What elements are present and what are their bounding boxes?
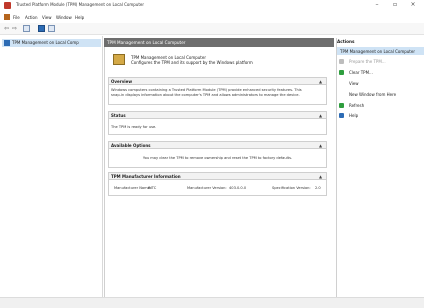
manufacturer-version-label: Manufacturer Version: [187,186,227,190]
console-icon [4,14,10,20]
toolbar [0,23,424,35]
manufacturer-version-value: 403.0.0.0 [229,186,247,190]
available-options-title: Available Options [111,143,151,148]
spec-version-label: Specification Version: [272,186,311,190]
back-icon[interactable]: ⇦ [3,25,10,32]
show-hide-action-pane-icon[interactable] [48,25,55,32]
action-view[interactable]: View [349,81,359,86]
menu-help[interactable]: Help [75,15,84,20]
menu-view[interactable]: View [42,15,52,20]
manufacturer-name-label: Manufacturer Name: [114,186,152,190]
manufacturer-name-value: INTC [148,186,157,190]
spec-version-value: 2.0 [315,186,321,190]
action-clear-tpm[interactable]: Clear TPM... [349,70,373,75]
main-pane-title: TPM Management on Local Computer [107,40,186,45]
minimize-button[interactable]: – [372,1,382,8]
collapse-overview-icon[interactable]: ▲ [319,79,322,84]
app-icon [4,2,11,9]
forward-icon[interactable]: ⇨ [11,25,18,32]
status-text: The TPM is ready for use. [111,125,157,129]
help-icon[interactable] [38,25,45,32]
console-tree [0,36,103,307]
window-title: Trusted Platform Module (TPM) Management… [16,2,145,7]
collapse-manufacturer-icon[interactable]: ▲ [319,174,322,179]
overview-text-line1: Windows computers containing a Trusted P… [111,88,302,92]
menu-file[interactable]: File [13,15,20,20]
status-title: Status [111,113,126,118]
status-bar [0,297,424,308]
overview-text-line2: snap-in displays information about the c… [111,93,300,97]
tpm-chip-icon [113,54,125,65]
menu-window[interactable]: Window [56,15,72,20]
show-hide-tree-icon[interactable] [23,25,30,32]
overview-header[interactable] [108,77,327,85]
action-prepare-tpm[interactable]: Prepare the TPM... [349,59,386,64]
action-refresh[interactable]: Refresh [349,103,364,108]
help-book-icon [339,113,344,118]
close-button[interactable]: × [408,1,418,8]
refresh-icon [339,103,344,108]
collapse-status-icon[interactable]: ▲ [319,113,322,118]
actions-selected-label: TPM Management on Local Computer [340,49,415,54]
available-options-text: You may clear the TPM to remove ownershi… [142,156,293,160]
info-subtitle: Configures the TPM and its support by th… [131,60,253,65]
clear-tpm-icon [339,70,344,75]
actions-pane [336,38,424,307]
action-new-window[interactable]: New Window from Here [349,92,396,97]
manufacturer-title: TPM Manufacturer Information [111,174,181,179]
menu-action[interactable]: Action [25,15,38,20]
tree-item-label: TPM Management on Local Comp [12,40,79,45]
status-header[interactable] [108,111,327,119]
actions-header: Actions [337,39,355,44]
action-help[interactable]: Help [349,113,358,118]
prepare-tpm-icon [339,59,344,64]
maximize-button[interactable]: ▫ [390,1,400,8]
tpm-tree-icon [4,40,10,46]
collapse-available-options-icon[interactable]: ▲ [319,143,322,148]
overview-title: Overview [111,79,133,84]
